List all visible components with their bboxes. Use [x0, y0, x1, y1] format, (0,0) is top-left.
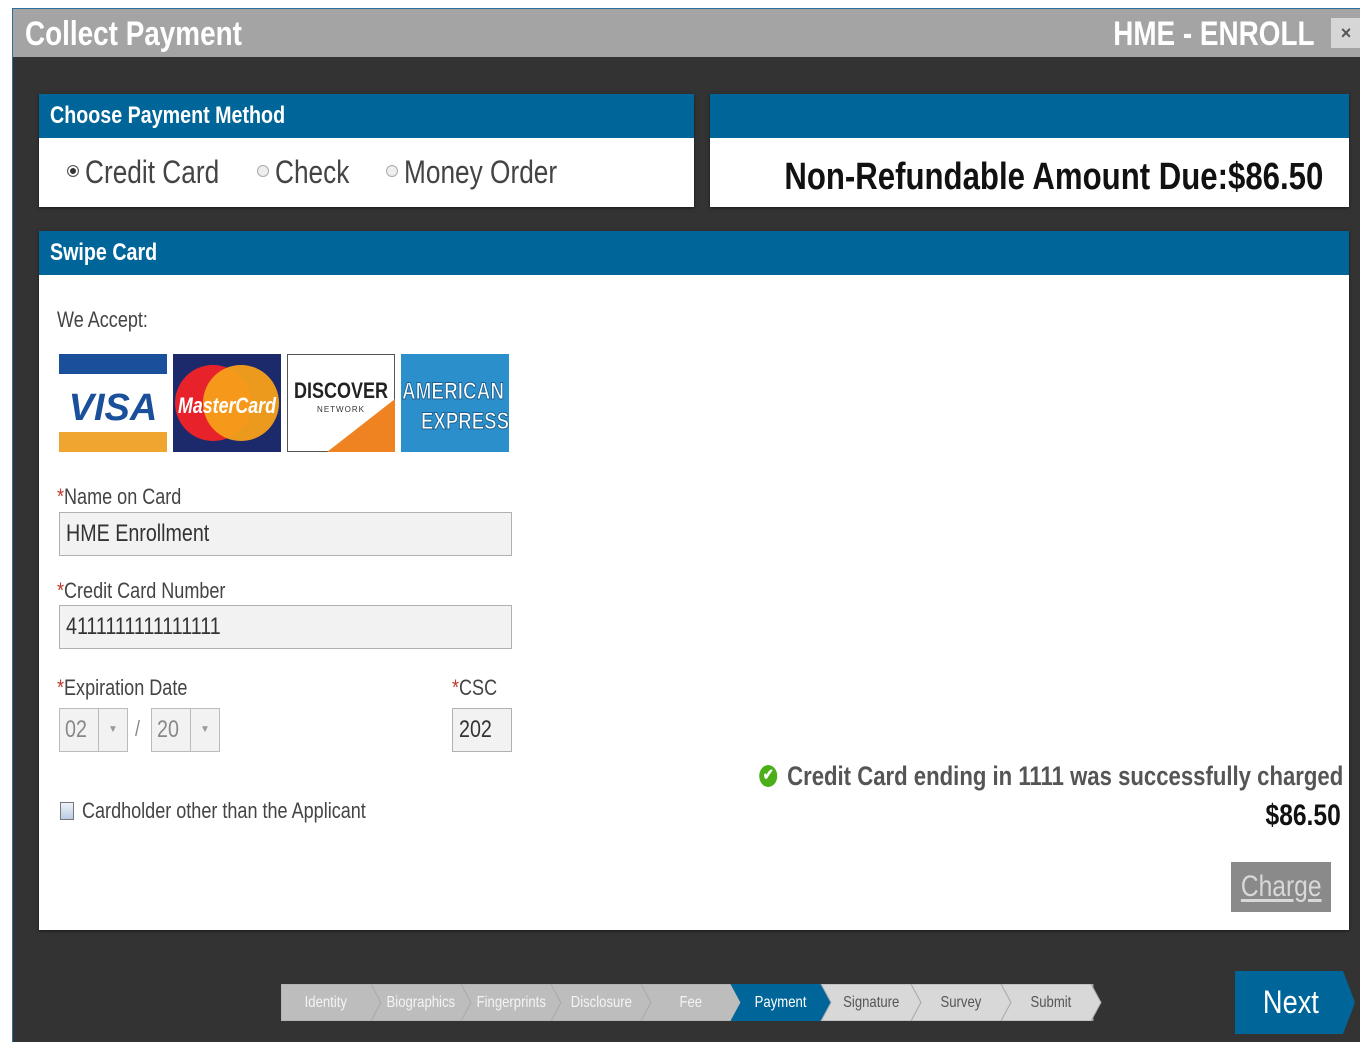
close-button[interactable]: × [1331, 18, 1360, 48]
payment-method-heading: Choose Payment Method [39, 94, 694, 138]
radio-credit-card-indicator[interactable] [67, 164, 79, 177]
discover-network-text: NETWORK [317, 405, 365, 414]
success-check-icon: ✔ [758, 764, 777, 787]
brand-title: HME - ENROLL [1113, 15, 1315, 53]
step-identity[interactable]: Identity [281, 984, 371, 1021]
step-label-submit: Submit [1030, 994, 1072, 1011]
mastercard-logo: MasterCard [173, 354, 281, 452]
next-button[interactable]: Next [1235, 971, 1347, 1034]
amount-due-heading [710, 94, 1349, 138]
expiration-year-chevron-down-icon: ▼ [190, 709, 219, 751]
name-on-card-label: *Name on Card [57, 484, 182, 509]
step-biographics[interactable]: Biographics [377, 984, 465, 1021]
amount-due-label: Non-Refundable Amount Due: [783, 156, 1228, 198]
step-payment[interactable]: Payment [737, 984, 825, 1021]
other-cardholder-label: Cardholder other than the Applicant [82, 798, 366, 823]
expiration-separator: / [135, 716, 141, 741]
radio-check-label: Check [275, 154, 350, 190]
card-number-label: *Credit Card Number [57, 578, 226, 603]
step-disclosure[interactable]: Disclosure [557, 984, 645, 1021]
radio-money-order-label: Money Order [404, 154, 558, 190]
step-label-biographics: Biographics [386, 994, 456, 1011]
step-fee[interactable]: Fee [647, 984, 735, 1021]
discover-logo-art: DISCOVER NETWORK [287, 354, 395, 452]
mastercard-logo-art: MasterCard [173, 354, 281, 452]
amex-logo: AMERICAN EXPRESS [401, 354, 509, 452]
visa-logo: VISA [59, 354, 167, 452]
expiration-date-label: *Expiration Date [57, 675, 188, 700]
step-survey[interactable]: Survey [917, 984, 1005, 1021]
mastercard-logo-text: MasterCard [178, 393, 276, 418]
radio-money-order-indicator[interactable] [386, 164, 399, 177]
radio-credit-card[interactable]: Credit Card [67, 154, 249, 191]
card-number-input[interactable]: 4111111111111111 [59, 605, 512, 649]
payment-method-options: Credit Card Check Money Order [67, 154, 613, 194]
close-icon: × [1340, 23, 1352, 43]
expiration-month-select[interactable]: 02 ▼ [59, 708, 128, 752]
step-submit[interactable]: Submit [1007, 984, 1095, 1021]
name-on-card-input[interactable]: HME Enrollment [59, 512, 512, 556]
swipe-card-heading: Swipe Card [39, 231, 1349, 275]
amex-logo-art: AMERICAN EXPRESS [401, 354, 509, 452]
other-cardholder-checkbox[interactable] [60, 802, 74, 820]
step-label-payment: Payment [755, 994, 807, 1011]
swipe-card-panel: Swipe Card We Accept: VISA MasterCard DI… [39, 231, 1349, 930]
visa-logo-art: VISA [59, 354, 167, 452]
charge-button[interactable]: Charge [1231, 862, 1331, 912]
we-accept-label: We Accept: [57, 307, 148, 332]
step-label-disclosure: Disclosure [570, 994, 632, 1011]
radio-credit-card-label: Credit Card [85, 154, 220, 190]
expiration-year-select[interactable]: 20 ▼ [151, 708, 220, 752]
payment-method-panel: Choose Payment Method Credit Card Check … [39, 94, 694, 207]
step-fingerprints[interactable]: Fingerprints [467, 984, 555, 1021]
radio-check-indicator[interactable] [257, 164, 270, 177]
step-label-fee: Fee [679, 994, 703, 1011]
radio-check[interactable]: Check [257, 154, 366, 191]
amex-logo-line2: EXPRESS [421, 408, 509, 435]
amount-due-text: Non-Refundable Amount Due:$86.50 [784, 156, 1323, 199]
step-label-signature: Signature [842, 994, 900, 1011]
expiration-month-value: 02 [65, 716, 87, 743]
step-label-fingerprints: Fingerprints [476, 994, 546, 1011]
charge-status-amount: $86.50 [1265, 799, 1341, 832]
expiration-month-chevron-down-icon: ▼ [98, 709, 127, 751]
visa-logo-text: VISA [69, 387, 158, 429]
discover-logo-text: DISCOVER [294, 378, 388, 403]
window-title: Collect Payment [25, 15, 242, 53]
csc-label: *CSC [452, 675, 498, 700]
collect-payment-window: Collect Payment HME - ENROLL × Choose Pa… [12, 8, 1360, 1042]
title-bar: Collect Payment HME - ENROLL × [13, 9, 1360, 57]
step-label-survey: Survey [940, 994, 982, 1011]
discover-logo: DISCOVER NETWORK [287, 354, 395, 452]
amex-logo-line1: AMERICAN [402, 378, 504, 405]
step-signature[interactable]: Signature [827, 984, 915, 1021]
amount-due-value: $86.50 [1227, 156, 1323, 198]
amount-due-panel: Non-Refundable Amount Due:$86.50 [710, 94, 1349, 207]
step-label-identity: Identity [304, 994, 348, 1011]
charge-status-message: ✔ Credit Card ending in 1111 was successf… [758, 761, 1343, 792]
csc-input[interactable]: 202 [452, 708, 512, 752]
radio-money-order[interactable]: Money Order [386, 154, 591, 191]
expiration-year-value: 20 [157, 716, 179, 743]
